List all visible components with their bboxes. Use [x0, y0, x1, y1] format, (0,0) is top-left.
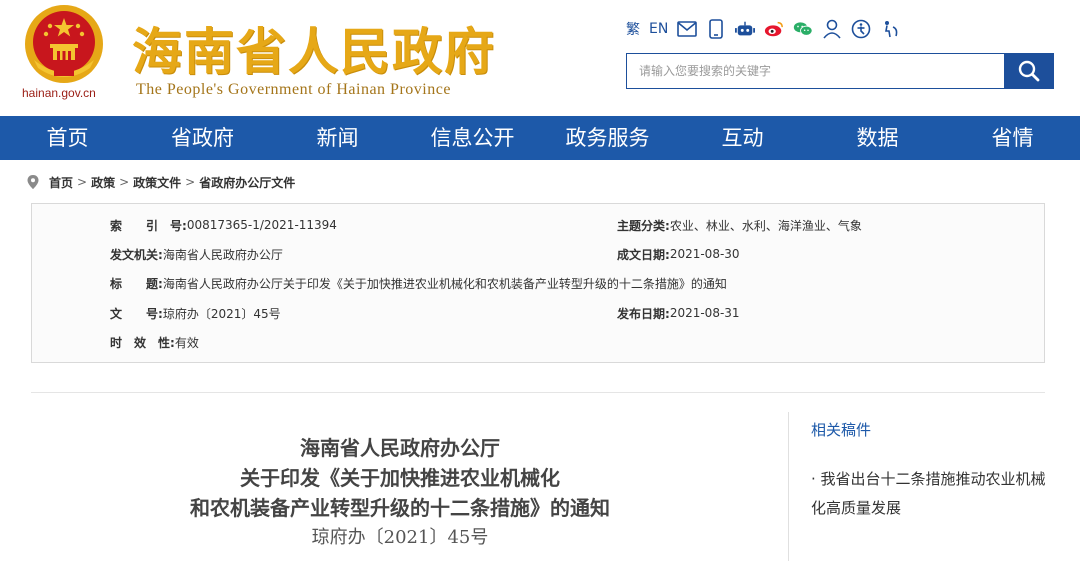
- meta-category-row: 主题分类: 农业、林业、水利、海洋渔业、气象: [617, 216, 862, 234]
- traditional-chinese-link[interactable]: 繁: [626, 19, 640, 39]
- nav-item-home[interactable]: 首页: [0, 116, 135, 160]
- robot-icon[interactable]: [735, 19, 756, 39]
- meta-validity-label: 时 效 性:: [110, 335, 175, 350]
- meta-index-label: 索 引 号:: [110, 218, 187, 233]
- meta-index-value: 00817365-1/2021-11394: [186, 218, 337, 232]
- nav-item-disclosure[interactable]: 信息公开: [405, 116, 540, 160]
- breadcrumb-separator: >: [185, 175, 196, 189]
- weibo-icon[interactable]: [764, 19, 784, 39]
- mail-icon[interactable]: [677, 19, 698, 39]
- nav-item-services[interactable]: 政务服务: [540, 116, 675, 160]
- breadcrumb-policy-files[interactable]: 政策文件: [133, 174, 181, 191]
- document-number: 琼府办〔2021〕45号: [311, 527, 489, 548]
- mobile-icon[interactable]: [706, 19, 726, 39]
- meta-validity-value: 有效: [174, 335, 199, 350]
- section-divider: [31, 392, 1045, 393]
- meta-published-value: 2021-08-31: [669, 306, 740, 320]
- meta-docno-value: 琼府办〔2021〕45号: [162, 306, 281, 321]
- document-title-line-2: 关于印发《关于加快推进农业机械化: [240, 466, 560, 490]
- breadcrumb-office-files[interactable]: 省政府办公厅文件: [199, 174, 295, 191]
- site-title[interactable]: 海南省人民政府: [132, 12, 496, 84]
- nav-item-interaction[interactable]: 互动: [675, 116, 810, 160]
- meta-published-label: 发布日期:: [617, 306, 670, 321]
- site-header: hainan.gov.cn 海南省人民政府 The People's Gover…: [0, 0, 1080, 116]
- nav-item-province[interactable]: 省情: [945, 116, 1080, 160]
- breadcrumb-policy[interactable]: 政策: [91, 174, 115, 191]
- wechat-icon[interactable]: [793, 19, 813, 39]
- meta-title-value: 海南省人民政府办公厅关于印发《关于加快推进农业机械化和农机装备产业转型升级的十二…: [162, 276, 727, 291]
- nav-item-news[interactable]: 新闻: [270, 116, 405, 160]
- meta-docno-row: 文 号: 琼府办〔2021〕45号: [110, 304, 281, 322]
- location-pin-icon: [27, 175, 39, 189]
- site-domain: hainan.gov.cn: [22, 86, 96, 100]
- meta-title-row: 标 题: 海南省人民政府办公厅关于印发《关于加快推进农业机械化和农机装备产业转型…: [110, 274, 727, 292]
- accessibility-icon[interactable]: [851, 19, 871, 39]
- national-emblem-icon: [25, 5, 103, 83]
- nav-item-data[interactable]: 数据: [810, 116, 945, 160]
- meta-issuer-label: 发文机关:: [110, 247, 163, 262]
- meta-created-row: 成文日期: 2021-08-30: [617, 245, 740, 263]
- english-link[interactable]: EN: [649, 21, 668, 37]
- meta-validity-row: 时 效 性: 有效: [110, 333, 199, 351]
- document-title-line-1: 海南省人民政府办公厅: [300, 436, 500, 460]
- header-tools: 繁 EN: [626, 18, 900, 40]
- user-icon[interactable]: [822, 19, 842, 39]
- meta-published-row: 发布日期: 2021-08-31: [617, 304, 740, 322]
- document-metadata: 索 引 号: 00817365-1/2021-11394 主题分类: 农业、林业…: [31, 203, 1045, 363]
- site-subtitle: The People's Government of Hainan Provin…: [136, 81, 451, 98]
- document-title-line-3: 和农机装备产业转型升级的十二条措施》的通知: [190, 496, 610, 520]
- search-input[interactable]: [626, 53, 1004, 89]
- meta-docno-label: 文 号:: [110, 306, 163, 321]
- meta-index-row: 索 引 号: 00817365-1/2021-11394: [110, 216, 337, 234]
- meta-created-value: 2021-08-30: [669, 247, 740, 261]
- breadcrumb-separator: >: [77, 175, 88, 189]
- elder-mode-icon[interactable]: [880, 19, 900, 39]
- main-nav: 首页 省政府 新闻 信息公开 政务服务 互动 数据 省情: [0, 116, 1080, 160]
- related-article-link[interactable]: · 我省出台十二条措施推动农业机械化高质量发展: [811, 465, 1051, 523]
- sidebar-divider: [788, 412, 789, 561]
- meta-issuer-row: 发文机关: 海南省人民政府办公厅: [110, 245, 283, 263]
- meta-category-value: 农业、林业、水利、海洋渔业、气象: [669, 218, 862, 233]
- meta-category-label: 主题分类:: [617, 218, 670, 233]
- search-button[interactable]: [1004, 53, 1054, 89]
- breadcrumb-home[interactable]: 首页: [49, 174, 73, 191]
- related-articles-heading: 相关稿件: [811, 421, 872, 439]
- meta-issuer-value: 海南省人民政府办公厅: [162, 247, 283, 262]
- breadcrumb: 首页 > 政策 > 政策文件 > 省政府办公厅文件: [26, 173, 295, 191]
- nav-item-government[interactable]: 省政府: [135, 116, 270, 160]
- search-bar: [626, 53, 1054, 89]
- meta-created-label: 成文日期:: [617, 247, 670, 262]
- breadcrumb-separator: >: [119, 175, 130, 189]
- meta-title-label: 标 题:: [110, 276, 163, 291]
- search-icon: [1018, 60, 1040, 82]
